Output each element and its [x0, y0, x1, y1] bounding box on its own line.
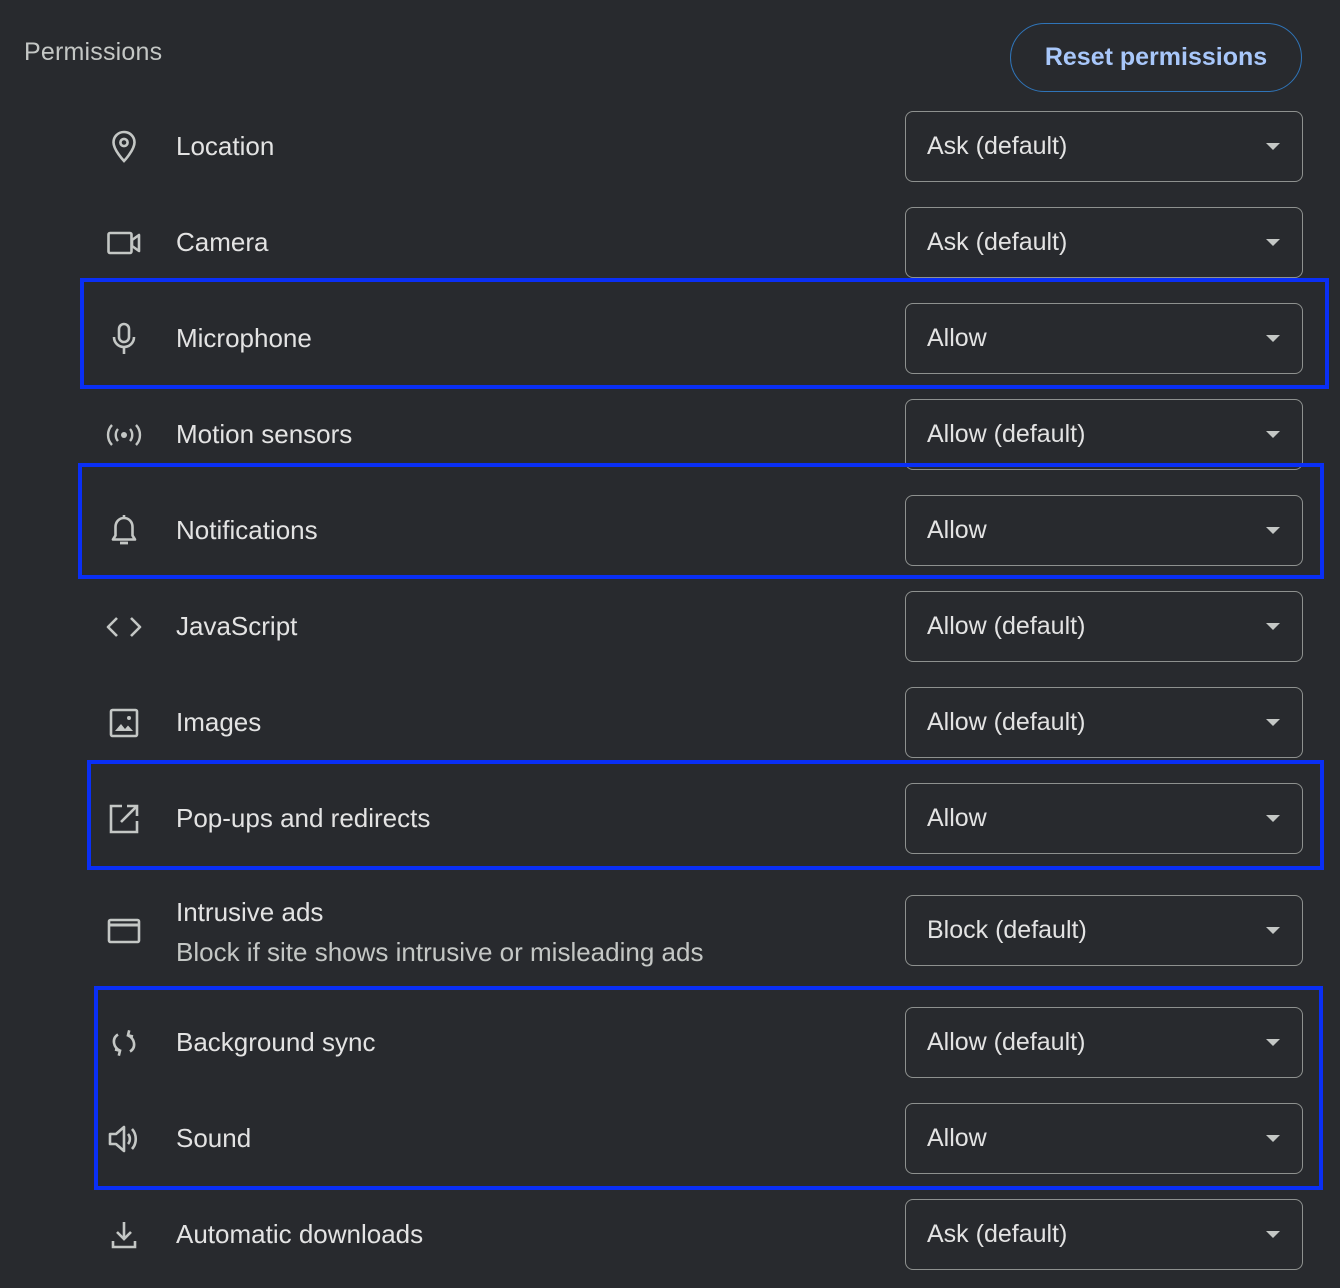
reset-permissions-button[interactable]: Reset permissions: [1010, 23, 1302, 92]
permission-row-motion-sensors: Motion sensors Allow (default): [90, 399, 1305, 471]
code-icon: [104, 609, 144, 645]
automatic-downloads-select[interactable]: Ask (default): [905, 1199, 1303, 1270]
permission-row-automatic-downloads: Automatic downloads Ask (default): [90, 1199, 1305, 1271]
select-value: Allow: [927, 804, 987, 832]
select-value: Ask (default): [927, 1220, 1068, 1248]
permission-label: Notifications: [176, 515, 318, 545]
permission-row-images: Images Allow (default): [90, 687, 1305, 759]
permission-label: Background sync: [176, 1027, 376, 1057]
select-value: Allow: [927, 324, 987, 352]
permission-label: Images: [176, 707, 262, 737]
select-value: Allow: [927, 1124, 987, 1152]
dropdown-caret-icon: [1266, 1231, 1280, 1238]
javascript-select[interactable]: Allow (default): [905, 591, 1303, 662]
section-title: Permissions: [24, 38, 163, 66]
select-value: Allow: [927, 516, 987, 544]
permission-row-camera: Camera Ask (default): [90, 207, 1305, 279]
dropdown-caret-icon: [1266, 431, 1280, 438]
popups-select[interactable]: Allow: [905, 783, 1303, 854]
permission-label: Location: [176, 131, 275, 161]
dropdown-caret-icon: [1266, 335, 1280, 342]
dropdown-caret-icon: [1266, 719, 1280, 726]
permission-label: Motion sensors: [176, 419, 353, 449]
images-select[interactable]: Allow (default): [905, 687, 1303, 758]
intrusive-ads-select[interactable]: Block (default): [905, 895, 1303, 966]
motion-sensors-icon: [104, 417, 144, 453]
notifications-select[interactable]: Allow: [905, 495, 1303, 566]
sound-select[interactable]: Allow: [905, 1103, 1303, 1174]
camera-icon: [104, 225, 144, 261]
permission-row-sound: Sound Allow: [90, 1103, 1305, 1175]
select-value: Allow (default): [927, 1028, 1086, 1056]
select-value: Ask (default): [927, 228, 1068, 256]
location-pin-icon: [104, 129, 144, 165]
motion-sensors-select[interactable]: Allow (default): [905, 399, 1303, 470]
permission-label: Microphone: [176, 323, 312, 353]
permission-row-notifications: Notifications Allow: [90, 495, 1305, 567]
permission-description: Block if site shows intrusive or mislead…: [176, 937, 704, 967]
speaker-icon: [104, 1121, 144, 1157]
open-in-new-icon: [104, 801, 144, 837]
select-value: Allow (default): [927, 420, 1086, 448]
permission-row-javascript: JavaScript Allow (default): [90, 591, 1305, 663]
permission-row-intrusive-ads: Intrusive ads Block if site shows intrus…: [90, 895, 1305, 967]
dropdown-caret-icon: [1266, 1135, 1280, 1142]
dropdown-caret-icon: [1266, 815, 1280, 822]
permission-label: Camera: [176, 227, 269, 257]
select-value: Allow (default): [927, 708, 1086, 736]
select-value: Block (default): [927, 916, 1087, 944]
dropdown-caret-icon: [1266, 623, 1280, 630]
background-sync-select[interactable]: Allow (default): [905, 1007, 1303, 1078]
select-value: Ask (default): [927, 132, 1068, 160]
select-value: Allow (default): [927, 612, 1086, 640]
permission-row-popups: Pop-ups and redirects Allow: [90, 783, 1305, 855]
permission-label: Automatic downloads: [176, 1219, 424, 1249]
dropdown-caret-icon: [1266, 1039, 1280, 1046]
permission-label: Pop-ups and redirects: [176, 803, 431, 833]
dropdown-caret-icon: [1266, 927, 1280, 934]
microphone-icon: [104, 321, 144, 357]
location-select[interactable]: Ask (default): [905, 111, 1303, 182]
microphone-select[interactable]: Allow: [905, 303, 1303, 374]
image-icon: [104, 705, 144, 741]
permission-label: Sound: [176, 1123, 252, 1153]
permission-label: Intrusive ads: [176, 897, 324, 927]
permissions-page: Permissions Reset permissions Location A…: [0, 0, 1340, 1288]
dropdown-caret-icon: [1266, 143, 1280, 150]
ads-window-icon: [104, 913, 144, 949]
sync-icon: [104, 1025, 144, 1061]
dropdown-caret-icon: [1266, 239, 1280, 246]
permission-row-background-sync: Background sync Allow (default): [90, 1007, 1305, 1079]
dropdown-caret-icon: [1266, 527, 1280, 534]
download-icon: [104, 1217, 144, 1253]
camera-select[interactable]: Ask (default): [905, 207, 1303, 278]
permission-row-location: Location Ask (default): [90, 111, 1305, 183]
permission-label: JavaScript: [176, 611, 298, 641]
permission-row-microphone: Microphone Allow: [90, 303, 1305, 375]
bell-icon: [104, 513, 144, 549]
